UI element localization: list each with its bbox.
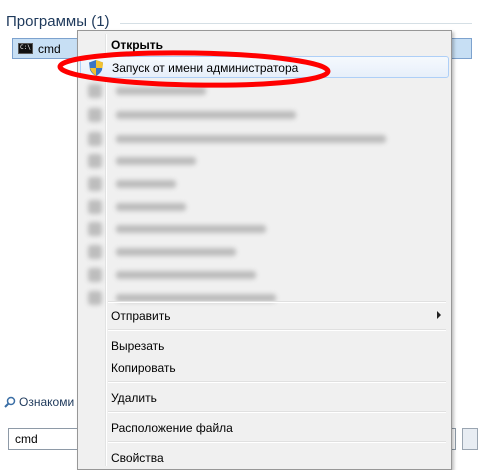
blurred-menu-item xyxy=(86,221,436,237)
menu-item-run-as-admin[interactable]: Запуск от имени администратора xyxy=(80,56,449,78)
menu-item-open[interactable]: Открыть xyxy=(80,34,449,56)
menu-item-label: Свойства xyxy=(111,451,164,465)
blurred-menu-item xyxy=(86,290,436,306)
menu-item-label: Открыть xyxy=(111,38,164,52)
console-icon: C:\ xyxy=(18,43,33,54)
search-value: cmd xyxy=(15,432,38,446)
menu-item-properties[interactable]: Свойства xyxy=(80,447,449,469)
menu-item-label: Вырезать xyxy=(111,339,165,353)
blurred-menu-item xyxy=(86,153,436,169)
program-label: cmd xyxy=(38,42,61,56)
context-menu: Открыть Запуск от имени администратора О… xyxy=(77,30,452,470)
blurred-menu-item xyxy=(86,199,436,215)
menu-item-delete[interactable]: Удалить xyxy=(80,387,449,409)
menu-separator xyxy=(108,381,446,383)
menu-item-label: Копировать xyxy=(111,361,176,375)
menu-item-send-to[interactable]: Отправить xyxy=(80,305,449,327)
see-more-results-link[interactable]: Ознакоми xyxy=(4,395,74,409)
blurred-menu-item xyxy=(86,267,436,283)
programs-section-title: Программы (1) xyxy=(6,13,110,30)
see-more-label: Ознакоми xyxy=(19,395,75,409)
blurred-menu-item xyxy=(86,176,436,192)
blurred-menu-item xyxy=(86,83,436,99)
menu-item-copy[interactable]: Копировать xyxy=(80,357,449,379)
blurred-menu-item xyxy=(86,131,436,147)
menu-separator xyxy=(108,441,446,443)
menu-separator xyxy=(108,411,446,413)
menu-item-cut[interactable]: Вырезать xyxy=(80,335,449,357)
submenu-arrow-icon xyxy=(437,311,441,319)
clear-search-button[interactable] xyxy=(462,428,478,450)
blurred-menu-item xyxy=(86,107,436,123)
menu-item-label: Расположение файла xyxy=(111,421,233,435)
uac-shield-icon xyxy=(89,60,103,76)
search-icon xyxy=(4,396,16,408)
blurred-menu-item xyxy=(86,244,436,260)
menu-item-label: Отправить xyxy=(111,309,171,323)
menu-item-label: Запуск от имени администратора xyxy=(112,61,299,75)
menu-item-file-location[interactable]: Расположение файла xyxy=(80,417,449,439)
menu-item-label: Удалить xyxy=(111,391,157,405)
section-divider xyxy=(120,23,472,24)
menu-separator xyxy=(108,301,446,303)
menu-separator xyxy=(108,329,446,331)
